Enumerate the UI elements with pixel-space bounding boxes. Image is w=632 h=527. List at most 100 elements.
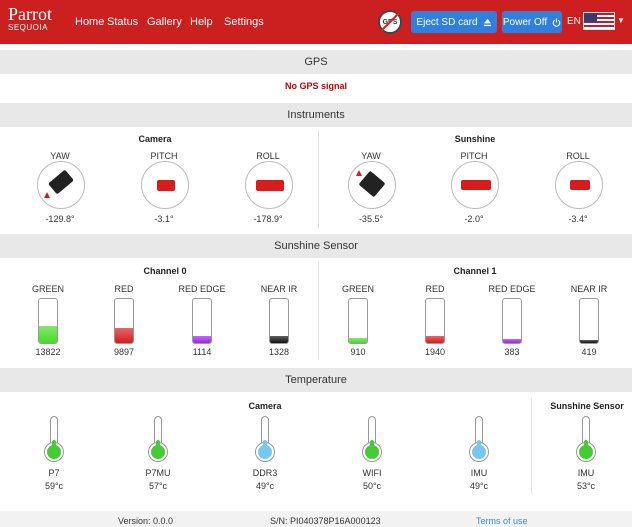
camera-pitch-value: -3.1° — [154, 214, 174, 224]
temperature-sensor-value: 57°c — [148, 481, 168, 491]
channel1-band-value: 383 — [504, 347, 520, 357]
channel0-band-label: RED EDGE — [178, 284, 226, 294]
temperature-camera-title: Camera — [248, 401, 282, 411]
temperature-sensor-value: 50°c — [362, 481, 382, 491]
channel1-band-value: 1940 — [424, 347, 446, 357]
channel1-band-bar — [579, 298, 599, 344]
sunshine-yaw-value: -35.5° — [358, 214, 384, 224]
serial-number: S/N: PI040378P16A000123 — [270, 516, 381, 526]
temperature-sensor-name: P7 — [48, 468, 60, 478]
temperature-sensor-name: P7MU — [145, 468, 171, 478]
gps-title: GPS — [304, 56, 328, 68]
channel1-band-fill — [426, 335, 444, 343]
temperature-sensor-value: 49°c — [469, 481, 489, 491]
channel0-band-label: RED — [114, 284, 134, 294]
temperature-title: Temperature — [285, 374, 347, 386]
sensor-yaw-icon — [358, 170, 386, 198]
footer: Version: 0.0.0 S/N: PI040378P16A000123 T… — [0, 511, 632, 527]
sunshine-roll-gauge — [555, 161, 603, 209]
sensor-roll-icon — [570, 180, 590, 190]
channel1-band-value: 419 — [581, 347, 597, 357]
temperature-sensor-name: DDR3 — [252, 468, 278, 478]
power-off-button[interactable]: Power Off — [502, 11, 562, 33]
sunshine-instruments-title: Sunshine — [454, 134, 496, 144]
camera-instruments-title: Camera — [138, 134, 172, 144]
camera-roll-value: -178.9° — [253, 214, 283, 224]
terms-of-use-link[interactable]: Terms of use — [476, 516, 528, 526]
temperature-sensor-value: 53°c — [576, 481, 596, 491]
channel0-band-bar — [114, 298, 134, 344]
channel1-band-bar — [348, 298, 368, 344]
channel1-band-fill — [349, 337, 367, 343]
nav-help[interactable]: Help — [190, 16, 213, 28]
channel0-band-bar — [269, 298, 289, 344]
chevron-down-icon[interactable]: ▼ — [617, 16, 625, 25]
gps-disabled-icon[interactable]: GPS — [378, 10, 402, 34]
north-marker-icon — [356, 170, 362, 176]
channel0-title: Channel 0 — [143, 266, 187, 276]
channel1-title: Channel 1 — [453, 266, 497, 276]
gps-badge-text: GPS — [382, 18, 398, 26]
power-icon — [552, 17, 561, 27]
sunshine-sensor-title: Sunshine Sensor — [274, 240, 358, 252]
parrot-logo[interactable]: Parrot SEQUOIA — [8, 5, 52, 32]
sunshine-roll-label: ROLL — [566, 151, 590, 161]
us-flag-icon[interactable] — [583, 12, 615, 30]
thermometer-icon — [255, 416, 275, 462]
sunshine-roll-value: -3.4° — [568, 214, 588, 224]
sunshine-pitch-label: PITCH — [460, 151, 488, 161]
camera-roll-gauge — [245, 161, 293, 209]
instruments-divider — [318, 130, 319, 228]
channel0-band-fill — [270, 335, 288, 343]
channel1-band-fill — [503, 339, 521, 343]
thermometer-icon — [469, 416, 489, 462]
eject-sd-button[interactable]: Eject SD card — [411, 11, 497, 33]
thermometer-icon — [148, 416, 168, 462]
channel0-band-bar — [38, 298, 58, 344]
camera-roll-icon — [256, 180, 284, 191]
temperature-sensor-name: IMU — [470, 468, 488, 478]
channel0-band-fill — [115, 328, 133, 343]
nav-home[interactable]: Home — [75, 16, 104, 28]
sunshine-yaw-gauge — [348, 161, 396, 209]
channel0-band-label: NEAR IR — [260, 284, 298, 294]
channel0-band-fill — [193, 335, 211, 343]
sunshine-sensor-section-header: Sunshine Sensor — [0, 234, 632, 258]
version-text: Version: 0.0.0 — [118, 516, 174, 526]
drone-yaw-icon — [48, 169, 74, 195]
temperature-sensor-name: WIFI — [362, 468, 382, 478]
brand-name: Parrot — [8, 4, 52, 24]
gps-section-header: GPS — [0, 50, 632, 74]
temperature-sensor-value: 59°c — [44, 481, 64, 491]
camera-roll-label: ROLL — [256, 151, 280, 161]
camera-pitch-label: PITCH — [150, 151, 178, 161]
camera-yaw-gauge — [37, 161, 85, 209]
thermometer-icon — [44, 416, 64, 462]
channel0-band-fill — [39, 326, 57, 343]
sunshine-pitch-gauge — [451, 161, 499, 209]
channel0-band-label: GREEN — [31, 284, 64, 294]
channel0-band-value: 1328 — [268, 347, 290, 357]
nav-gallery[interactable]: Gallery — [147, 16, 182, 28]
channels-divider — [318, 262, 319, 360]
camera-yaw-label: YAW — [50, 151, 70, 161]
channel1-band-label: RED — [425, 284, 445, 294]
navbar: Parrot SEQUOIA Home Status Gallery Help … — [0, 0, 632, 44]
power-off-label: Power Off — [502, 16, 548, 28]
eject-sd-label: Eject SD card — [416, 16, 478, 28]
sunshine-pitch-value: -2.0° — [464, 214, 484, 224]
language-code[interactable]: EN — [567, 16, 581, 27]
sunshine-yaw-label: YAW — [361, 151, 381, 161]
channel0-band-value: 1114 — [192, 347, 212, 357]
temperature-divider — [531, 398, 532, 494]
channel0-band-bar — [192, 298, 212, 344]
channel1-band-value: 910 — [350, 347, 366, 357]
channel1-band-bar — [425, 298, 445, 344]
nav-settings[interactable]: Settings — [224, 16, 264, 28]
channel0-band-value: 13822 — [35, 347, 61, 357]
gps-status: No GPS signal — [284, 81, 347, 91]
temperature-sunshine-title: Sunshine Sensor — [550, 401, 624, 411]
nav-status[interactable]: Status — [107, 16, 138, 28]
channel1-band-label: GREEN — [341, 284, 374, 294]
channel0-band-value: 9897 — [113, 347, 135, 357]
